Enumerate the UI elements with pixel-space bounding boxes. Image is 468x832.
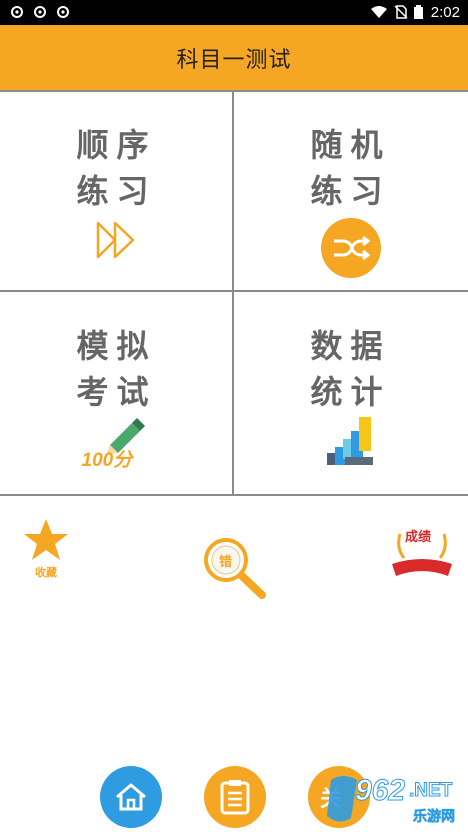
random-practice-label: 随机 练习 (310, 126, 391, 210)
sync-icon (57, 6, 69, 18)
watermark-sub: 乐游网 (413, 809, 456, 826)
star-icon (24, 519, 68, 560)
sequential-practice-button[interactable]: 顺序 练习 (0, 92, 233, 293)
sync-icon (34, 6, 46, 18)
score-100-text: 100分 (81, 450, 133, 471)
site-watermark: 962 .NET 乐游网 (325, 770, 460, 828)
home-icon (116, 783, 146, 811)
fast-forward-icon (96, 221, 134, 259)
favorites-label: 收藏 (35, 566, 57, 579)
bar-blocks-icon (326, 417, 373, 465)
wifi-icon (371, 6, 387, 18)
mistakes-label: 错 (219, 555, 233, 570)
watermark-text: 962 (354, 774, 406, 808)
clipboard-icon (220, 780, 250, 815)
home-button[interactable] (100, 766, 162, 828)
mistakes-button[interactable]: 错 (202, 538, 268, 600)
status-time: 2:02 (430, 4, 460, 21)
page-title: 科目一测试 (176, 46, 292, 72)
question-list-button[interactable] (204, 766, 266, 828)
mock-exam-label: 模拟 考试 (76, 327, 157, 411)
no-sim-icon (394, 5, 408, 19)
statistics-button[interactable]: 数据 统计 (234, 293, 467, 494)
status-bar: 2:02 (0, 0, 468, 25)
scores-label: 成绩 (405, 530, 432, 545)
sync-icon (11, 6, 23, 18)
favorites-button[interactable]: 收藏 (22, 518, 70, 580)
sequential-practice-label: 顺序 练习 (76, 126, 157, 210)
statistics-label: 数据 统计 (310, 327, 391, 411)
watermark-suffix: .NET (408, 780, 453, 802)
battery-icon (414, 5, 423, 19)
pencil-100-icon: 100分 (82, 415, 152, 471)
app-bar: 科目一测试 (0, 25, 468, 90)
magnifier-icon (204, 538, 266, 599)
scores-button[interactable]: 成绩 (390, 524, 454, 582)
shuffle-icon (320, 218, 381, 278)
menu-grid: 顺序 练习 随机 练习 模拟 考试 100分 数据 统计 (0, 90, 468, 496)
mock-exam-button[interactable]: 模拟 考试 100分 (0, 293, 233, 494)
random-practice-button[interactable]: 随机 练习 (234, 92, 467, 293)
